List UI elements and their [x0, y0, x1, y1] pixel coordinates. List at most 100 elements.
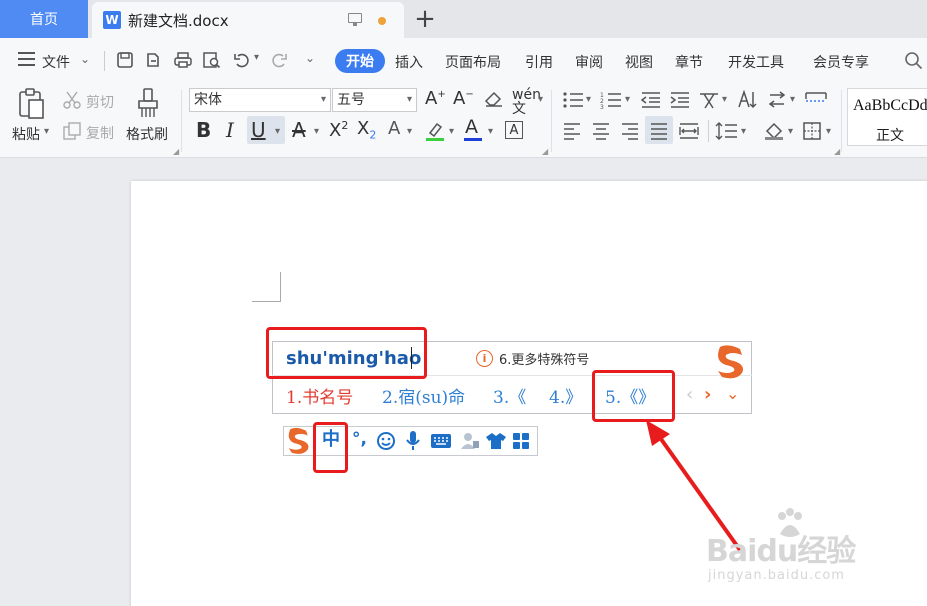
- line-spacing-icon[interactable]: [715, 121, 739, 141]
- table-grid-icon[interactable]: [804, 91, 828, 109]
- menu-start[interactable]: 开始: [335, 49, 385, 73]
- candidate-2[interactable]: 2.宿(su)命: [382, 383, 465, 408]
- save-icon[interactable]: [116, 51, 134, 69]
- menu-member[interactable]: 会员专享: [813, 52, 869, 72]
- candidate-4[interactable]: 4.》: [549, 383, 582, 408]
- group-expand-icon[interactable]: ◢: [173, 147, 179, 156]
- align-left-icon[interactable]: [562, 122, 582, 140]
- chevron-down-icon[interactable]: ▾: [407, 89, 412, 111]
- subscript-icon[interactable]: X2: [357, 120, 376, 141]
- numbered-dropdown-icon[interactable]: ▾: [625, 94, 630, 105]
- copy-button[interactable]: 复制: [86, 123, 114, 143]
- clear-format-icon[interactable]: [484, 90, 504, 108]
- char-border-icon[interactable]: A: [505, 121, 523, 139]
- expand-candidates-icon[interactable]: ⌄: [726, 384, 739, 403]
- chevron-down-icon[interactable]: ⌄: [80, 52, 90, 66]
- menu-page-layout[interactable]: 页面布局: [445, 52, 501, 72]
- copy-icon[interactable]: [62, 121, 82, 141]
- search-icon[interactable]: [904, 51, 924, 71]
- undo-icon[interactable]: [233, 52, 251, 68]
- sort-icon[interactable]: [736, 89, 758, 111]
- align-right-icon[interactable]: [620, 122, 640, 140]
- borders-icon[interactable]: [802, 121, 822, 141]
- candidate-3[interactable]: 3.《: [493, 383, 526, 408]
- font-name-select[interactable]: 宋体 ▾: [189, 88, 331, 112]
- underline-icon[interactable]: U: [251, 120, 266, 140]
- tab-document[interactable]: W 新建文档.docx: [92, 2, 404, 38]
- highlight-icon[interactable]: [424, 120, 446, 142]
- skin-shirt-icon[interactable]: [485, 432, 507, 450]
- sogou-mini-logo-icon[interactable]: [284, 426, 314, 456]
- toolbox-grid-icon[interactable]: [512, 432, 530, 450]
- candidate-1[interactable]: 1.书名号: [286, 383, 353, 408]
- more-symbols-link[interactable]: i 6.更多特殊符号: [476, 349, 589, 368]
- shading-icon[interactable]: [763, 121, 785, 141]
- increase-indent-icon[interactable]: [669, 91, 691, 109]
- paste-icon[interactable]: [17, 88, 47, 120]
- phonetic-guide-icon[interactable]: wén 文: [512, 88, 541, 116]
- phonetic-dropdown-icon[interactable]: ▾: [538, 94, 543, 105]
- layout-dropdown-icon[interactable]: ▾: [722, 94, 727, 105]
- underline-dropdown-icon[interactable]: ▾: [275, 126, 280, 137]
- strikethrough-dropdown-icon[interactable]: ▾: [314, 126, 319, 137]
- cut-button[interactable]: 剪切: [86, 92, 114, 112]
- redo-icon[interactable]: [270, 52, 288, 68]
- emoji-icon[interactable]: [376, 431, 396, 451]
- menu-file[interactable]: 文件: [42, 52, 70, 72]
- customize-toolbar-icon[interactable]: ⌄: [305, 51, 315, 65]
- undo-dropdown-icon[interactable]: ▾: [254, 52, 259, 63]
- highlight-dropdown-icon[interactable]: ▾: [449, 126, 454, 137]
- font-color-dropdown-icon[interactable]: ▾: [488, 126, 493, 137]
- print-icon[interactable]: [173, 51, 193, 69]
- export-pdf-icon[interactable]: [144, 51, 162, 69]
- style-preview-normal[interactable]: AaBbCcDd 正文: [847, 88, 927, 146]
- menu-developer-tools[interactable]: 开发工具: [728, 52, 784, 72]
- scissors-icon[interactable]: [62, 90, 82, 110]
- text-effect-icon[interactable]: A: [388, 120, 400, 138]
- hamburger-menu-icon[interactable]: [18, 52, 35, 66]
- keyboard-icon[interactable]: [430, 433, 452, 449]
- shading-dropdown-icon[interactable]: ▾: [788, 126, 793, 137]
- prev-page-icon[interactable]: ‹: [686, 384, 693, 405]
- font-color-icon[interactable]: A: [465, 118, 478, 137]
- tab-home[interactable]: 首页: [0, 0, 88, 38]
- user-settings-icon[interactable]: [459, 431, 481, 451]
- menu-view[interactable]: 视图: [625, 52, 653, 72]
- microphone-icon[interactable]: [405, 430, 421, 452]
- decrease-indent-icon[interactable]: [640, 91, 662, 109]
- bullet-list-icon[interactable]: [562, 91, 584, 109]
- monitor-icon[interactable]: [348, 13, 362, 26]
- print-preview-icon[interactable]: [202, 51, 222, 69]
- paste-dropdown-icon[interactable]: ▾: [44, 126, 49, 137]
- chevron-down-icon[interactable]: ▾: [321, 89, 326, 111]
- bold-icon[interactable]: B: [196, 120, 211, 140]
- menu-chapter[interactable]: 章节: [675, 52, 703, 72]
- strikethrough-icon[interactable]: A: [292, 120, 306, 140]
- font-size-select[interactable]: 五号 ▾: [332, 88, 417, 112]
- bullet-dropdown-icon[interactable]: ▾: [586, 94, 591, 105]
- group-expand-icon[interactable]: ◢: [542, 147, 548, 156]
- italic-icon[interactable]: I: [226, 120, 234, 140]
- align-center-icon[interactable]: [591, 122, 611, 140]
- superscript-icon[interactable]: X2: [329, 120, 348, 140]
- borders-dropdown-icon[interactable]: ▾: [826, 126, 831, 137]
- next-page-icon[interactable]: ›: [704, 384, 711, 405]
- distribute-icon[interactable]: [678, 122, 700, 140]
- text-effect-dropdown-icon[interactable]: ▾: [407, 126, 412, 137]
- punctuation-toggle[interactable]: °,: [352, 431, 367, 448]
- justify-icon[interactable]: [649, 122, 669, 140]
- new-tab-button[interactable]: +: [410, 4, 440, 34]
- marks-dropdown-icon[interactable]: ▾: [790, 94, 795, 105]
- show-hide-marks-icon[interactable]: [766, 91, 788, 109]
- group-expand-icon[interactable]: ◢: [834, 147, 840, 156]
- format-painter-button[interactable]: 格式刷: [126, 124, 168, 144]
- format-painter-icon[interactable]: [136, 88, 160, 120]
- line-spacing-dropdown-icon[interactable]: ▾: [741, 126, 746, 137]
- decrease-font-icon[interactable]: A−: [453, 90, 474, 108]
- paste-button[interactable]: 粘贴: [12, 124, 40, 144]
- menu-review[interactable]: 审阅: [575, 52, 603, 72]
- menu-references[interactable]: 引用: [525, 52, 553, 72]
- menu-insert[interactable]: 插入: [395, 52, 423, 72]
- numbered-list-icon[interactable]: 123: [600, 91, 622, 109]
- chinese-layout-icon[interactable]: [698, 90, 720, 110]
